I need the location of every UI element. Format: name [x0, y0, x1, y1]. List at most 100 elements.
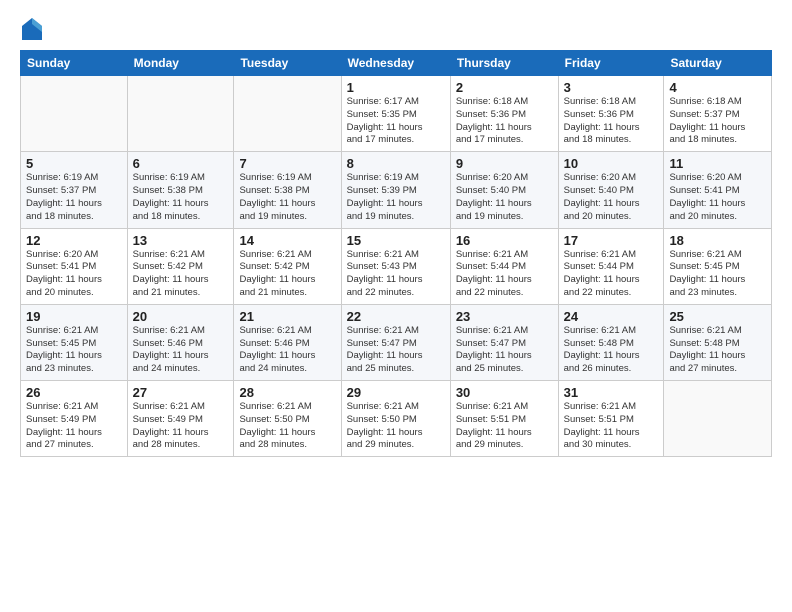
weekday-friday: Friday	[558, 51, 664, 76]
day-info: Sunrise: 6:20 AM Sunset: 5:40 PM Dayligh…	[456, 172, 553, 223]
day-number: 21	[239, 309, 335, 324]
day-cell-30: 30Sunrise: 6:21 AM Sunset: 5:51 PM Dayli…	[450, 381, 558, 457]
day-number: 22	[347, 309, 445, 324]
day-cell-15: 15Sunrise: 6:21 AM Sunset: 5:43 PM Dayli…	[341, 228, 450, 304]
day-info: Sunrise: 6:21 AM Sunset: 5:47 PM Dayligh…	[347, 325, 445, 376]
day-info: Sunrise: 6:19 AM Sunset: 5:38 PM Dayligh…	[239, 172, 335, 223]
day-cell-27: 27Sunrise: 6:21 AM Sunset: 5:49 PM Dayli…	[127, 381, 234, 457]
day-number: 25	[669, 309, 766, 324]
day-number: 24	[564, 309, 659, 324]
day-number: 20	[133, 309, 229, 324]
day-info: Sunrise: 6:21 AM Sunset: 5:51 PM Dayligh…	[456, 401, 553, 452]
empty-cell	[234, 76, 341, 152]
day-cell-13: 13Sunrise: 6:21 AM Sunset: 5:42 PM Dayli…	[127, 228, 234, 304]
day-cell-26: 26Sunrise: 6:21 AM Sunset: 5:49 PM Dayli…	[21, 381, 128, 457]
day-cell-21: 21Sunrise: 6:21 AM Sunset: 5:46 PM Dayli…	[234, 304, 341, 380]
day-info: Sunrise: 6:21 AM Sunset: 5:42 PM Dayligh…	[239, 249, 335, 300]
weekday-saturday: Saturday	[664, 51, 772, 76]
day-number: 11	[669, 156, 766, 171]
day-info: Sunrise: 6:21 AM Sunset: 5:51 PM Dayligh…	[564, 401, 659, 452]
day-cell-9: 9Sunrise: 6:20 AM Sunset: 5:40 PM Daylig…	[450, 152, 558, 228]
weekday-tuesday: Tuesday	[234, 51, 341, 76]
day-info: Sunrise: 6:21 AM Sunset: 5:50 PM Dayligh…	[239, 401, 335, 452]
weekday-thursday: Thursday	[450, 51, 558, 76]
day-cell-23: 23Sunrise: 6:21 AM Sunset: 5:47 PM Dayli…	[450, 304, 558, 380]
day-cell-10: 10Sunrise: 6:20 AM Sunset: 5:40 PM Dayli…	[558, 152, 664, 228]
day-cell-31: 31Sunrise: 6:21 AM Sunset: 5:51 PM Dayli…	[558, 381, 664, 457]
day-number: 8	[347, 156, 445, 171]
day-info: Sunrise: 6:19 AM Sunset: 5:38 PM Dayligh…	[133, 172, 229, 223]
day-info: Sunrise: 6:17 AM Sunset: 5:35 PM Dayligh…	[347, 96, 445, 147]
day-number: 26	[26, 385, 122, 400]
day-number: 1	[347, 80, 445, 95]
day-info: Sunrise: 6:20 AM Sunset: 5:41 PM Dayligh…	[26, 249, 122, 300]
day-cell-14: 14Sunrise: 6:21 AM Sunset: 5:42 PM Dayli…	[234, 228, 341, 304]
day-info: Sunrise: 6:18 AM Sunset: 5:36 PM Dayligh…	[564, 96, 659, 147]
week-row-5: 26Sunrise: 6:21 AM Sunset: 5:49 PM Dayli…	[21, 381, 772, 457]
day-cell-8: 8Sunrise: 6:19 AM Sunset: 5:39 PM Daylig…	[341, 152, 450, 228]
day-info: Sunrise: 6:21 AM Sunset: 5:48 PM Dayligh…	[564, 325, 659, 376]
day-number: 28	[239, 385, 335, 400]
day-info: Sunrise: 6:21 AM Sunset: 5:44 PM Dayligh…	[564, 249, 659, 300]
day-info: Sunrise: 6:21 AM Sunset: 5:43 PM Dayligh…	[347, 249, 445, 300]
day-number: 19	[26, 309, 122, 324]
day-cell-12: 12Sunrise: 6:20 AM Sunset: 5:41 PM Dayli…	[21, 228, 128, 304]
day-number: 27	[133, 385, 229, 400]
day-info: Sunrise: 6:18 AM Sunset: 5:37 PM Dayligh…	[669, 96, 766, 147]
day-cell-3: 3Sunrise: 6:18 AM Sunset: 5:36 PM Daylig…	[558, 76, 664, 152]
day-number: 18	[669, 233, 766, 248]
day-info: Sunrise: 6:20 AM Sunset: 5:40 PM Dayligh…	[564, 172, 659, 223]
day-info: Sunrise: 6:19 AM Sunset: 5:39 PM Dayligh…	[347, 172, 445, 223]
day-cell-18: 18Sunrise: 6:21 AM Sunset: 5:45 PM Dayli…	[664, 228, 772, 304]
day-cell-5: 5Sunrise: 6:19 AM Sunset: 5:37 PM Daylig…	[21, 152, 128, 228]
day-number: 6	[133, 156, 229, 171]
empty-cell	[127, 76, 234, 152]
day-cell-1: 1Sunrise: 6:17 AM Sunset: 5:35 PM Daylig…	[341, 76, 450, 152]
week-row-4: 19Sunrise: 6:21 AM Sunset: 5:45 PM Dayli…	[21, 304, 772, 380]
day-number: 4	[669, 80, 766, 95]
day-info: Sunrise: 6:21 AM Sunset: 5:49 PM Dayligh…	[133, 401, 229, 452]
day-number: 30	[456, 385, 553, 400]
day-cell-28: 28Sunrise: 6:21 AM Sunset: 5:50 PM Dayli…	[234, 381, 341, 457]
logo	[20, 18, 48, 40]
day-number: 15	[347, 233, 445, 248]
day-info: Sunrise: 6:19 AM Sunset: 5:37 PM Dayligh…	[26, 172, 122, 223]
day-cell-22: 22Sunrise: 6:21 AM Sunset: 5:47 PM Dayli…	[341, 304, 450, 380]
empty-cell	[21, 76, 128, 152]
day-cell-6: 6Sunrise: 6:19 AM Sunset: 5:38 PM Daylig…	[127, 152, 234, 228]
day-number: 3	[564, 80, 659, 95]
day-number: 23	[456, 309, 553, 324]
day-number: 10	[564, 156, 659, 171]
day-cell-2: 2Sunrise: 6:18 AM Sunset: 5:36 PM Daylig…	[450, 76, 558, 152]
day-info: Sunrise: 6:21 AM Sunset: 5:49 PM Dayligh…	[26, 401, 122, 452]
day-info: Sunrise: 6:21 AM Sunset: 5:48 PM Dayligh…	[669, 325, 766, 376]
day-cell-29: 29Sunrise: 6:21 AM Sunset: 5:50 PM Dayli…	[341, 381, 450, 457]
weekday-sunday: Sunday	[21, 51, 128, 76]
day-info: Sunrise: 6:21 AM Sunset: 5:46 PM Dayligh…	[239, 325, 335, 376]
day-info: Sunrise: 6:21 AM Sunset: 5:46 PM Dayligh…	[133, 325, 229, 376]
day-info: Sunrise: 6:21 AM Sunset: 5:50 PM Dayligh…	[347, 401, 445, 452]
day-info: Sunrise: 6:21 AM Sunset: 5:42 PM Dayligh…	[133, 249, 229, 300]
day-number: 13	[133, 233, 229, 248]
day-number: 17	[564, 233, 659, 248]
day-number: 14	[239, 233, 335, 248]
week-row-1: 1Sunrise: 6:17 AM Sunset: 5:35 PM Daylig…	[21, 76, 772, 152]
day-number: 12	[26, 233, 122, 248]
week-row-3: 12Sunrise: 6:20 AM Sunset: 5:41 PM Dayli…	[21, 228, 772, 304]
weekday-monday: Monday	[127, 51, 234, 76]
day-info: Sunrise: 6:21 AM Sunset: 5:45 PM Dayligh…	[26, 325, 122, 376]
empty-cell	[664, 381, 772, 457]
day-number: 9	[456, 156, 553, 171]
week-row-2: 5Sunrise: 6:19 AM Sunset: 5:37 PM Daylig…	[21, 152, 772, 228]
day-number: 7	[239, 156, 335, 171]
day-cell-19: 19Sunrise: 6:21 AM Sunset: 5:45 PM Dayli…	[21, 304, 128, 380]
day-info: Sunrise: 6:21 AM Sunset: 5:44 PM Dayligh…	[456, 249, 553, 300]
day-cell-24: 24Sunrise: 6:21 AM Sunset: 5:48 PM Dayli…	[558, 304, 664, 380]
day-number: 16	[456, 233, 553, 248]
day-cell-4: 4Sunrise: 6:18 AM Sunset: 5:37 PM Daylig…	[664, 76, 772, 152]
logo-icon	[22, 18, 42, 40]
weekday-wednesday: Wednesday	[341, 51, 450, 76]
day-cell-20: 20Sunrise: 6:21 AM Sunset: 5:46 PM Dayli…	[127, 304, 234, 380]
day-number: 5	[26, 156, 122, 171]
day-number: 31	[564, 385, 659, 400]
